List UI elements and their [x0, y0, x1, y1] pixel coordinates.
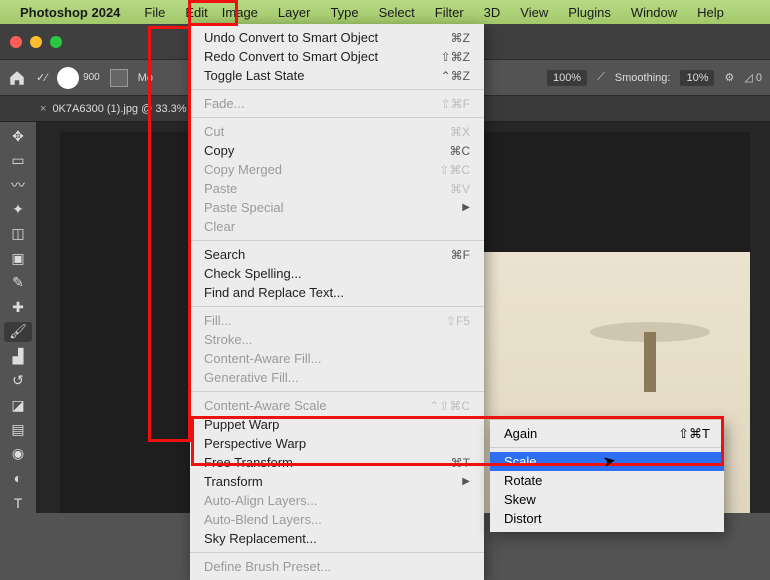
menu-item-copy[interactable]: Copy⌘C — [190, 141, 484, 160]
menu-view[interactable]: View — [510, 0, 558, 24]
submenu-item-skew[interactable]: Skew — [490, 490, 724, 509]
brush-tool-icon-selected[interactable]: 🖌 — [4, 322, 32, 342]
submenu-item-again: Again⇧⌘T — [490, 424, 724, 443]
menu-item-define-brush-preset-: Define Brush Preset... — [190, 557, 484, 576]
lasso-tool-icon[interactable]: 〰 — [4, 175, 32, 195]
pressure-opacity-icon[interactable]: ⟋ — [597, 71, 605, 84]
eyedropper-tool-icon[interactable]: ✎ — [4, 273, 32, 293]
brush-size-value: 900 — [83, 72, 100, 83]
close-tab-icon[interactable]: × — [40, 103, 46, 115]
minimize-window-icon[interactable] — [30, 36, 42, 48]
submenu-item-scale[interactable]: Scale — [490, 452, 724, 471]
menu-item-search[interactable]: Search⌘F — [190, 245, 484, 264]
menu-item-auto-align-layers-: Auto-Align Layers... — [190, 491, 484, 510]
gradient-tool-icon[interactable]: ▤ — [4, 419, 32, 439]
gear-icon[interactable]: ⚙ — [724, 71, 734, 84]
menu-item-content-aware-fill-: Content-Aware Fill... — [190, 349, 484, 368]
mode-label: Mo — [138, 72, 153, 84]
menu-image[interactable]: Image — [212, 0, 268, 24]
menu-item-copy-merged: Copy Merged⇧⌘C — [190, 160, 484, 179]
type-tool-icon[interactable]: T — [4, 493, 32, 513]
menu-help[interactable]: Help — [687, 0, 734, 24]
menu-window[interactable]: Window — [621, 0, 687, 24]
angle-icon[interactable]: ◿ 0 — [744, 71, 762, 84]
menu-item-fade-: Fade...⇧⌘F — [190, 94, 484, 113]
mac-menubar: Photoshop 2024 File Edit Image Layer Typ… — [0, 0, 770, 24]
menu-item-paste: Paste⌘V — [190, 179, 484, 198]
crop-tool-icon[interactable]: ◫ — [4, 224, 32, 244]
menu-type[interactable]: Type — [320, 0, 368, 24]
close-window-icon[interactable] — [10, 36, 22, 48]
menu-item-transform[interactable]: Transform▶ — [190, 472, 484, 491]
move-tool-icon[interactable]: ✥ — [4, 126, 32, 146]
dodge-tool-icon[interactable]: ◐ — [4, 468, 32, 488]
menu-item-cut: Cut⌘X — [190, 122, 484, 141]
menu-item-undo-convert-to-smart-object[interactable]: Undo Convert to Smart Object⌘Z — [190, 28, 484, 47]
submenu-item-distort[interactable]: Distort — [490, 509, 724, 528]
menu-item-free-transform[interactable]: Free Transform⌘T — [190, 453, 484, 472]
menu-item-sky-replacement-[interactable]: Sky Replacement... — [190, 529, 484, 548]
menu-item-generative-fill-: Generative Fill... — [190, 368, 484, 387]
ceiling-fan-rod — [644, 332, 656, 392]
menu-item-clear: Clear — [190, 217, 484, 236]
smoothing-field[interactable]: 10% — [680, 70, 714, 86]
stamp-tool-icon[interactable]: ▟ — [4, 346, 32, 366]
menu-item-find-and-replace-text-[interactable]: Find and Replace Text... — [190, 283, 484, 302]
menu-item-perspective-warp[interactable]: Perspective Warp — [190, 434, 484, 453]
maximize-window-icon[interactable] — [50, 36, 62, 48]
edit-menu-dropdown: Undo Convert to Smart Object⌘ZRedo Conve… — [190, 24, 484, 580]
tools-panel: ✥ ▭ 〰 ✦ ◫ ▣ ✎ ✚ 🖌 ▟ ↺ ◪ ▤ ◉ ◐ T — [0, 122, 36, 513]
menu-item-check-spelling-[interactable]: Check Spelling... — [190, 264, 484, 283]
healing-tool-icon[interactable]: ✚ — [4, 297, 32, 317]
menu-plugins[interactable]: Plugins — [558, 0, 621, 24]
frame-tool-icon[interactable]: ▣ — [4, 248, 32, 268]
brush-preset[interactable]: 900 — [57, 67, 100, 89]
menu-filter[interactable]: Filter — [425, 0, 474, 24]
menu-select[interactable]: Select — [369, 0, 425, 24]
menu-item-stroke-: Stroke... — [190, 330, 484, 349]
smoothing-label: Smoothing: — [615, 72, 671, 84]
menu-item-paste-special: Paste Special▶ — [190, 198, 484, 217]
zoom-field[interactable]: 100% — [547, 70, 587, 86]
brush-preview-icon — [57, 67, 79, 89]
tablet-pressure-icon[interactable] — [110, 69, 128, 87]
menu-item-puppet-warp[interactable]: Puppet Warp — [190, 415, 484, 434]
brush-tool-icon[interactable]: ✓⁄ — [36, 71, 47, 84]
document-tab-title[interactable]: 0K7A6300 (1).jpg @ 33.3% — [52, 103, 186, 115]
home-icon[interactable] — [8, 69, 26, 87]
wand-tool-icon[interactable]: ✦ — [4, 199, 32, 219]
menu-item-redo-convert-to-smart-object[interactable]: Redo Convert to Smart Object⇧⌘Z — [190, 47, 484, 66]
menu-item-fill-: Fill...⇧F5 — [190, 311, 484, 330]
app-name[interactable]: Photoshop 2024 — [20, 5, 120, 20]
menu-3d[interactable]: 3D — [474, 0, 511, 24]
marquee-tool-icon[interactable]: ▭ — [4, 150, 32, 170]
eraser-tool-icon[interactable]: ◪ — [4, 395, 32, 415]
menu-item-toggle-last-state[interactable]: Toggle Last State⌃⌘Z — [190, 66, 484, 85]
transform-submenu: Again⇧⌘T ScaleRotateSkewDistort — [490, 420, 724, 532]
menu-layer[interactable]: Layer — [268, 0, 321, 24]
menu-item-content-aware-scale: Content-Aware Scale⌃⇧⌘C — [190, 396, 484, 415]
traffic-lights — [10, 36, 62, 48]
blur-tool-icon[interactable]: ◉ — [4, 444, 32, 464]
history-brush-tool-icon[interactable]: ↺ — [4, 370, 32, 390]
submenu-item-rotate[interactable]: Rotate — [490, 471, 724, 490]
menu-file[interactable]: File — [134, 0, 175, 24]
